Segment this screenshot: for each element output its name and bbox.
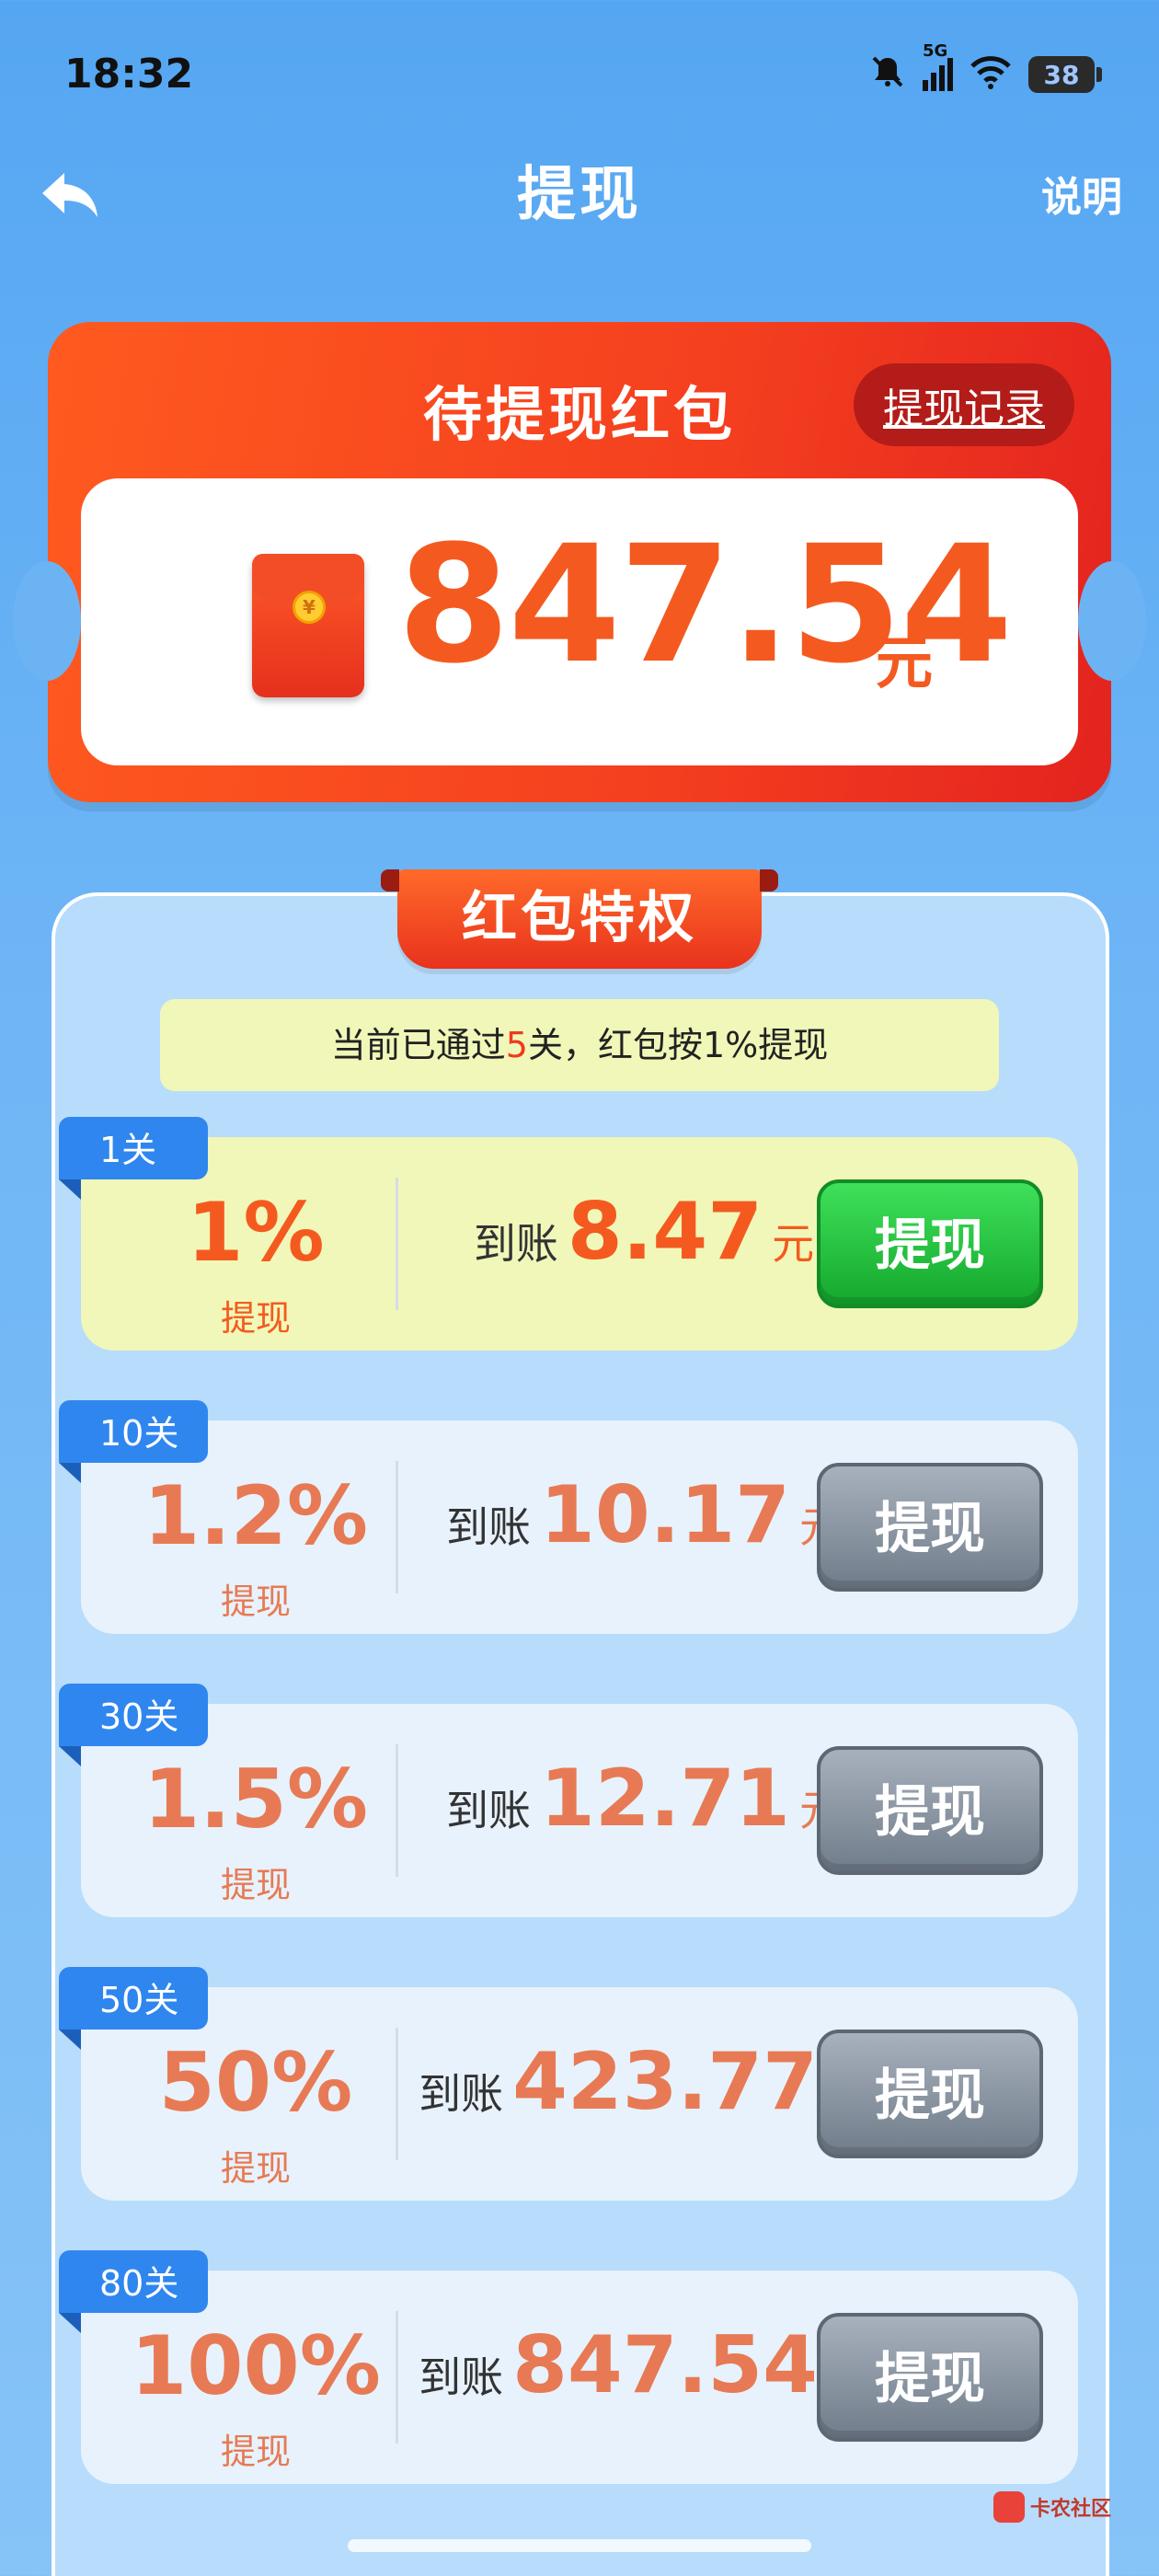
page-title: 提现 <box>517 161 642 229</box>
tier-percent: 1.5% <box>143 1752 369 1846</box>
pending-unit: 元 <box>876 629 934 696</box>
tier-percent: 50% <box>158 2035 353 2130</box>
coin-icon: ¥ <box>293 591 326 624</box>
progress-notice: 当前已通过5关，红包按1%提现 <box>160 999 999 1091</box>
mute-bell-icon <box>869 53 906 96</box>
tier-amount-value: 423.77 <box>512 2036 818 2128</box>
ticket-notch-right <box>1078 561 1146 681</box>
tier-amount: 到账 10.17 元 <box>445 1469 842 1561</box>
tier-percent-label: 提现 <box>220 1865 291 1905</box>
privilege-title: 红包特权 <box>381 869 778 969</box>
withdraw-button[interactable]: 提现 <box>817 1746 1043 1875</box>
watermark-text: 卡农社区 <box>1030 2498 1112 2521</box>
status-bar: 18:32 5G 38 <box>0 0 1159 156</box>
tier-percent-label: 提现 <box>220 1581 291 1622</box>
tier-level-tag: 1关 <box>59 1117 208 1200</box>
tier-level-tag: 50关 <box>59 1967 208 2050</box>
tier-card: 30关 1.5% 提现 到账 12.71 元 提现 <box>59 1684 1078 1917</box>
withdraw-button[interactable]: 提现 <box>817 1179 1043 1308</box>
watermark-logo-icon <box>993 2491 1025 2523</box>
ticket-notch-left <box>13 561 81 681</box>
current-level: 5 <box>505 1025 528 1065</box>
tier-percent-label: 提现 <box>220 2432 291 2472</box>
tier-amount-value: 10.17 <box>539 1469 791 1561</box>
explain-link[interactable]: 说明 <box>1041 164 1122 223</box>
tier-amount: 到账 423.77 元 <box>419 2036 869 2128</box>
tier-amount-value: 12.71 <box>539 1753 791 1845</box>
withdraw-record-button[interactable]: 提现记录 <box>854 363 1074 446</box>
tier-card: 80关 100% 提现 到账 847.54 元 提现 <box>59 2250 1078 2484</box>
network-label: 5G <box>923 41 948 61</box>
withdraw-button[interactable]: 提现 <box>817 1463 1043 1592</box>
tier-card: 10关 1.2% 提现 到账 10.17 元 提现 <box>59 1400 1078 1634</box>
tier-level-tag: 80关 <box>59 2250 208 2333</box>
cell-signal-icon: 5G <box>923 43 953 91</box>
watermark: 卡农社区 <box>993 2491 1111 2523</box>
tier-percent-label: 提现 <box>220 1298 291 1339</box>
home-indicator[interactable] <box>348 2539 811 2552</box>
tier-percent: 1% <box>187 1185 325 1280</box>
tier-level-tag: 10关 <box>59 1400 208 1483</box>
tier-percent: 100% <box>131 2318 381 2413</box>
tier-amount-value: 847.54 <box>512 2319 818 2411</box>
withdraw-button[interactable]: 提现 <box>817 2030 1043 2158</box>
tier-amount: 到账 8.47 元 <box>473 1186 815 1278</box>
tier-amount-value: 8.47 <box>567 1186 763 1278</box>
tier-level-tag: 30关 <box>59 1684 208 1766</box>
tier-card: 1关 1% 提现 到账 8.47 元 提现 <box>59 1117 1078 1351</box>
tier-percent: 1.2% <box>143 1468 369 1563</box>
tier-percent-label: 提现 <box>220 2148 291 2189</box>
status-icons: 5G 38 <box>869 43 1102 96</box>
status-time: 18:32 <box>64 51 194 98</box>
tier-card: 50关 50% 提现 到账 423.77 元 提现 <box>59 1967 1078 2201</box>
battery-icon: 38 <box>1028 56 1102 93</box>
tier-amount: 到账 12.71 元 <box>445 1753 842 1845</box>
wifi-icon <box>970 53 1012 96</box>
tier-amount: 到账 847.54 元 <box>419 2319 869 2411</box>
withdraw-button[interactable]: 提现 <box>817 2313 1043 2442</box>
red-packet-icon: ¥ <box>252 554 364 697</box>
pending-redpacket-card: 待提现红包 提现记录 ¥ 847.54 元 <box>13 322 1146 802</box>
